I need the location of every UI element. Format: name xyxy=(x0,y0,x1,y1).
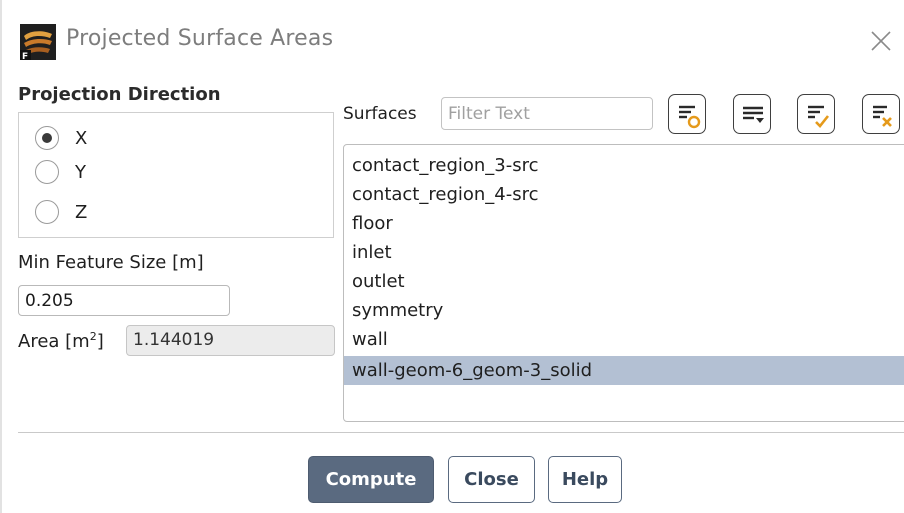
area-value-field: 1.144019 xyxy=(126,325,335,356)
surface-item-selected[interactable]: wall-geom-6_geom-3_solid xyxy=(344,356,904,385)
surface-item[interactable]: floor xyxy=(344,209,904,238)
projection-direction-group: X Y Z xyxy=(18,112,334,238)
radio-y[interactable]: Y xyxy=(35,157,86,187)
area-label-suffix: ] xyxy=(96,331,104,352)
surfaces-list[interactable]: contact_region_3-src contact_region_4-sr… xyxy=(343,144,904,422)
min-feature-size-label: Min Feature Size [m] xyxy=(18,252,204,273)
surface-item[interactable]: symmetry xyxy=(344,296,904,325)
footer-divider xyxy=(18,432,904,433)
select-button[interactable] xyxy=(668,94,706,134)
radio-label: Y xyxy=(75,161,86,183)
svg-text:F: F xyxy=(22,52,28,60)
close-button[interactable]: Close xyxy=(448,456,535,503)
list-dropdown-button[interactable] xyxy=(733,94,771,134)
min-feature-size-input[interactable] xyxy=(18,285,230,316)
radio-button[interactable] xyxy=(35,160,59,184)
surfaces-label: Surfaces xyxy=(343,104,417,124)
surface-item[interactable]: inlet xyxy=(344,238,904,267)
radio-x[interactable]: X xyxy=(35,123,87,153)
surface-item[interactable]: contact_region_4-src xyxy=(344,180,904,209)
help-button[interactable]: Help xyxy=(548,456,622,503)
window-title: Projected Surface Areas xyxy=(66,26,334,51)
surface-item[interactable]: outlet xyxy=(344,267,904,296)
radio-button[interactable] xyxy=(35,126,59,150)
area-label: Area [m2] xyxy=(18,330,104,352)
radio-selected-dot xyxy=(42,133,52,143)
title-bar: F Projected Surface Areas xyxy=(0,0,904,82)
projection-direction-label: Projection Direction xyxy=(18,84,221,105)
list-dropdown-icon xyxy=(743,106,764,123)
radio-z[interactable]: Z xyxy=(35,197,87,227)
fluent-app-icon: F xyxy=(20,24,56,60)
compute-button[interactable]: Compute xyxy=(308,456,434,503)
deselect-all-icon xyxy=(873,105,892,127)
close-icon[interactable] xyxy=(868,28,894,54)
deselect-all-button[interactable] xyxy=(862,94,900,134)
select-all-button[interactable] xyxy=(797,94,835,134)
select-all-icon xyxy=(808,105,830,128)
area-label-sup: 2 xyxy=(89,330,97,343)
surface-item[interactable]: contact_region_3-src xyxy=(344,151,904,180)
surface-filter-input[interactable] xyxy=(441,97,653,130)
area-label-prefix: Area [m xyxy=(18,331,90,352)
surface-item[interactable]: wall xyxy=(344,325,904,354)
radio-label: Z xyxy=(75,201,88,223)
select-icon xyxy=(679,105,701,129)
radio-label: X xyxy=(75,127,88,149)
radio-button[interactable] xyxy=(35,200,59,224)
